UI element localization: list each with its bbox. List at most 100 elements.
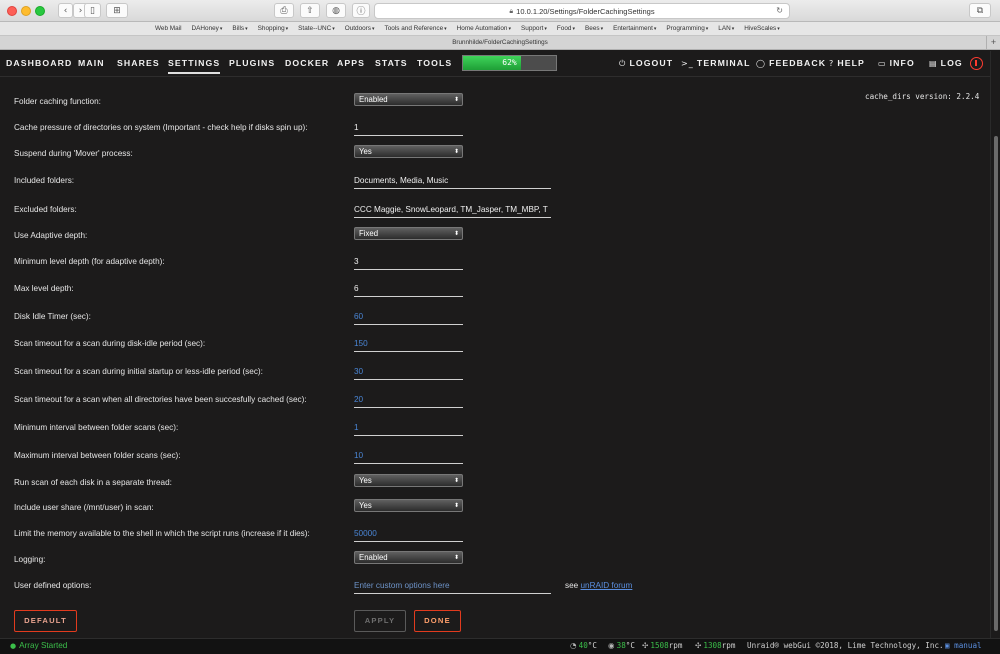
setting-label: Excluded folders: [14,205,77,214]
setting-input[interactable]: 150 [354,335,463,352]
setting-input[interactable]: 1 [354,419,463,436]
setting-row: Use Adaptive depth: Fixed ⬍ [0,227,990,247]
nav-settings[interactable]: SETTINGS [168,58,221,74]
copyright: Unraid® webGui ©2018, Lime Technology, I… [747,641,944,650]
favorite-item[interactable]: Home Automation▾ [457,25,511,32]
nav-shares[interactable]: SHARES [117,58,160,68]
power-icon[interactable] [970,57,983,70]
setting-input[interactable]: 30 [354,363,463,380]
nav-info[interactable]: ▭ INFO [878,58,915,68]
setting-select[interactable]: Yes ⬍ [354,474,463,487]
setting-input[interactable]: 50000 [354,525,463,542]
setting-input[interactable]: Documents, Media, Music [354,172,551,189]
print-button[interactable]: ⎙ [274,3,294,18]
apply-button[interactable]: APPLY [354,610,406,632]
favorite-item[interactable]: LAN▾ [718,25,734,32]
chevron-down-icon: ▾ [544,26,547,32]
nav-help[interactable]: ? HELP [829,58,865,68]
favorite-label: HiveScales [744,25,777,32]
select-value: Yes [359,476,372,485]
default-button[interactable]: DEFAULT [14,610,77,632]
extensions-button[interactable]: ◍ [326,3,346,18]
favorite-item[interactable]: Shopping▾ [258,25,289,32]
nav-terminal-label: TERMINAL [696,58,751,68]
custom-options-input[interactable]: Enter custom options here [354,577,551,594]
fan-speed-2: ✣ 1308rpm [695,641,735,650]
setting-label: Suspend during 'Mover' process: [14,149,133,158]
cpu-load-label: 62% [502,58,517,67]
setting-label: Disk Idle Timer (sec): [14,312,91,321]
nav-logout[interactable]: ⏻ LOGOUT [619,58,673,69]
zoom-window-button[interactable] [35,6,45,16]
mb-temp: ◉ 38°C [608,641,635,650]
nav-terminal[interactable]: >_ TERMINAL [681,58,751,68]
favorite-item[interactable]: Entertainment▾ [613,25,656,32]
nav-plugins[interactable]: PLUGINS [229,58,275,68]
info-icon: ▭ [878,59,887,68]
scrollbar-thumb[interactable] [994,136,998,631]
tab-title[interactable]: Brunnhilde/FolderCachingSettings [452,39,548,46]
select-value: Fixed [359,229,379,238]
setting-input[interactable]: 6 [354,280,463,297]
page-scrollbar[interactable] [990,51,1000,638]
setting-select[interactable]: Fixed ⬍ [354,227,463,240]
sidebar-button[interactable]: ▯ [84,3,101,18]
favorite-item[interactable]: Web Mail [155,25,182,32]
minimize-window-button[interactable] [21,6,31,16]
setting-select[interactable]: Enabled ⬍ [354,93,463,106]
address-bar[interactable]: 🔒︎ 10.0.1.20/Settings/FolderCachingSetti… [374,3,790,19]
mb-temp-unit: °C [625,641,635,650]
favorite-item[interactable]: State--UNC▾ [298,25,335,32]
tab-overview-button[interactable]: ⧉ [969,3,991,18]
select-value: Enabled [359,553,388,562]
setting-input[interactable]: CCC Maggie, SnowLeopard, TM_Jasper, TM_M… [354,201,551,218]
favorite-item[interactable]: Support▾ [521,25,547,32]
setting-row: Scan timeout for a scan during disk-idle… [0,335,990,355]
forum-link[interactable]: unRAID forum [580,581,632,590]
favorite-item[interactable]: HiveScales▾ [744,25,779,32]
info-button[interactable]: ⓘ [352,3,370,18]
favorite-item[interactable]: Food▾ [557,25,575,32]
favorite-item[interactable]: DAHoney▾ [192,25,223,32]
favorite-label: LAN [718,25,731,32]
setting-row: Include user share (/mnt/user) in scan: Y… [0,499,990,519]
favorite-label: Support [521,25,544,32]
setting-select[interactable]: Yes ⬍ [354,499,463,512]
help-icon: ? [829,59,835,68]
setting-input[interactable]: 60 [354,308,463,325]
done-button[interactable]: DONE [414,610,461,632]
back-button[interactable]: ‹ [58,3,73,18]
nav-feedback[interactable]: ◯ FEEDBACK [756,58,826,68]
nav-main[interactable]: MAIN [78,58,105,68]
setting-select[interactable]: Enabled ⬍ [354,551,463,564]
nav-tools[interactable]: TOOLS [417,58,452,68]
setting-select[interactable]: Yes ⬍ [354,145,463,158]
setting-label: Scan timeout for a scan during initial s… [14,367,263,376]
setting-input[interactable]: 20 [354,391,463,408]
favorite-label: Bills [232,25,245,32]
setting-label: Run scan of each disk in a separate thre… [14,478,172,487]
nav-dashboard[interactable]: DASHBOARD [6,58,72,68]
favorite-item[interactable]: Tools and Reference▾ [385,25,447,32]
new-tab-button[interactable]: + [986,36,1000,50]
nav-stats[interactable]: STATS [375,58,408,68]
top-sites-button[interactable]: ⊞ [106,3,128,18]
manual-link[interactable]: ▣ manual [945,641,982,650]
tabs-icon: ⧉ [976,5,984,16]
share-button[interactable]: ⇧ [300,3,320,18]
close-window-button[interactable] [7,6,17,16]
select-arrows-icon: ⬍ [453,148,459,155]
nav-apps[interactable]: APPS [337,58,365,68]
favorite-item[interactable]: Bills▾ [232,25,247,32]
setting-input[interactable]: 1 [354,119,463,136]
reload-icon[interactable]: ↻ [776,6,783,15]
setting-input[interactable]: 3 [354,253,463,270]
favorite-item[interactable]: Outdoors▾ [345,25,375,32]
setting-label: Folder caching function: [14,97,101,106]
nav-docker[interactable]: DOCKER [285,58,329,68]
favorite-item[interactable]: Programming▾ [666,25,708,32]
nav-log[interactable]: ▤ LOG [929,58,963,68]
favorite-item[interactable]: Bees▾ [585,25,603,32]
setting-input[interactable]: 10 [354,447,463,464]
select-arrows-icon: ⬍ [453,230,459,237]
